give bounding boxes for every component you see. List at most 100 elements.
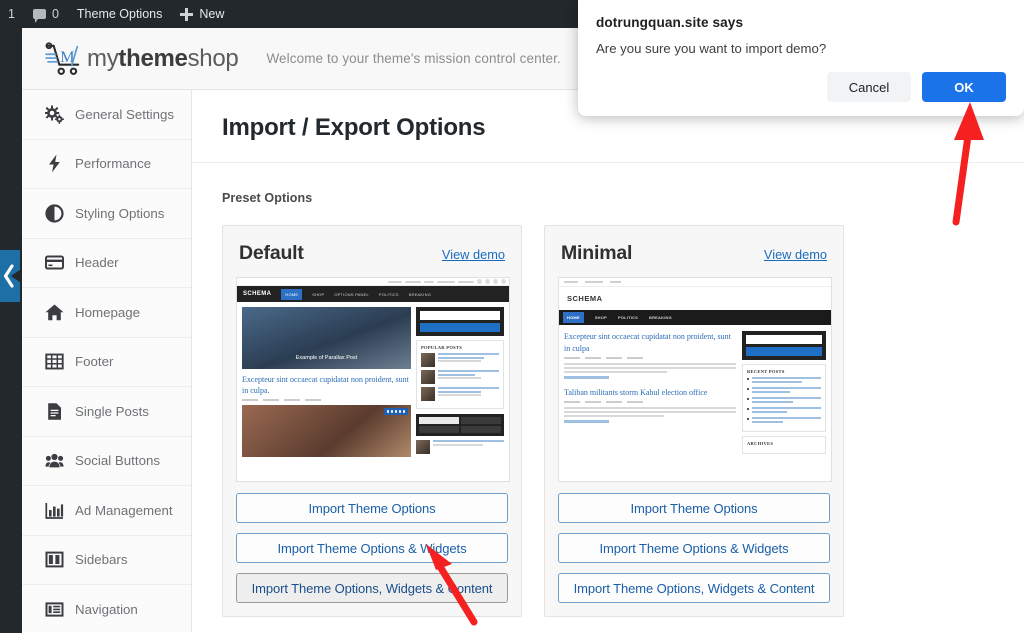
admin-bar-site-count[interactable]: 1 (0, 0, 24, 28)
sidebar-item-single-posts[interactable]: Single Posts (22, 387, 191, 437)
comment-bubble-icon (33, 9, 46, 19)
import-theme-options-widgets-content-button[interactable]: Import Theme Options, Widgets & Content (236, 573, 508, 603)
line (438, 353, 499, 355)
ok-button[interactable]: OK (922, 72, 1006, 102)
preview-search-button (420, 323, 500, 332)
meta-bar (564, 357, 580, 359)
sidebar-item-ad-management[interactable]: Ad Management (22, 486, 191, 536)
sidebar-item-label: Performance (75, 156, 151, 171)
view-demo-link[interactable]: View demo (442, 247, 505, 262)
preview-hero-caption: Example of Parallax Post (242, 355, 411, 361)
screenshot-root: 1 0 Theme Options New (0, 0, 1024, 633)
meta-bar (585, 401, 601, 403)
import-theme-options-button[interactable]: Import Theme Options (236, 493, 508, 523)
bullet (747, 418, 749, 420)
preview-main-column: Excepteur sint occaecat cupidatat non pr… (564, 331, 736, 454)
line (752, 421, 783, 423)
line (438, 357, 484, 359)
line (438, 394, 481, 396)
preview-search-widget (416, 307, 504, 336)
credit-card-icon (45, 253, 64, 272)
preset-title: Minimal (561, 242, 632, 265)
sidebar-item-performance[interactable]: Performance (22, 140, 191, 190)
preview-list-item (747, 417, 821, 424)
columns-icon (45, 550, 64, 569)
preview-widget-post (416, 440, 504, 454)
preview-sidebar-column: RECENT POSTS ARCHIVES (742, 331, 826, 454)
preview-social-dot (477, 279, 482, 284)
import-theme-options-button[interactable]: Import Theme Options (558, 493, 830, 523)
mythemeshop-cart-logo-icon: M (44, 42, 86, 76)
admin-bar-comments[interactable]: 0 (24, 0, 68, 28)
preview-mini-link (564, 281, 578, 283)
preview-post-meta (564, 401, 736, 403)
meta-bar (564, 401, 580, 403)
sidebar-item-navigation[interactable]: Navigation (22, 585, 191, 633)
preview-post-lines (752, 417, 821, 424)
sidebar-item-footer[interactable]: Footer (22, 338, 191, 388)
bolt-icon (45, 154, 64, 173)
preview-nav-item: SHOP (312, 292, 324, 297)
sidebar-item-label: General Settings (75, 107, 174, 122)
preview-nav-item: BREAKING (409, 292, 431, 297)
bullet (747, 378, 749, 380)
star-dot (395, 410, 398, 413)
preview-nav-item: POLITICS (379, 292, 399, 297)
preview-widget-title: ARCHIVES (747, 441, 821, 446)
preview-navbar: HOME SHOP POLITICS BREAKING (559, 310, 831, 325)
meta-bar (305, 399, 321, 401)
line (564, 411, 736, 413)
preview-hero-image: Example of Parallax Post (242, 307, 411, 369)
sidebar-item-sidebars[interactable]: Sidebars (22, 536, 191, 586)
preview-utility-bar (237, 278, 509, 286)
line (752, 411, 787, 413)
preview-continue-reading-link (564, 420, 609, 423)
line (752, 377, 821, 379)
theme-options-sidebar: General Settings Performance Styling Opt… (22, 90, 192, 632)
bullet (747, 408, 749, 410)
preview-brand: SCHEMA (559, 287, 831, 310)
preset-cards: Default View demo (192, 205, 1024, 617)
users-group-icon (45, 451, 64, 470)
meta-bar (284, 399, 300, 401)
sidebar-item-homepage[interactable]: Homepage (22, 288, 191, 338)
comment-count-value: 0 (52, 7, 59, 21)
star-dot (399, 410, 402, 413)
import-theme-options-widgets-content-button[interactable]: Import Theme Options, Widgets & Content (558, 573, 830, 603)
table-grid-icon (45, 352, 64, 371)
preview-mini-link (610, 281, 621, 283)
preview-post-lines (752, 377, 821, 384)
cancel-button[interactable]: Cancel (827, 72, 911, 102)
import-theme-options-widgets-button[interactable]: Import Theme Options & Widgets (558, 533, 830, 563)
preview-mini-link (405, 281, 421, 283)
document-icon (45, 402, 64, 421)
preset-card-default: Default View demo (222, 225, 522, 617)
preview-post-lines (433, 440, 504, 454)
wp-admin-menu-strip (0, 28, 22, 633)
admin-bar-site-name[interactable]: Theme Options (68, 0, 171, 28)
preview-brand: SCHEMA (243, 291, 271, 297)
sidebar-item-styling-options[interactable]: Styling Options (22, 189, 191, 239)
list-panel-icon (45, 600, 64, 619)
site-name-label: Theme Options (77, 7, 162, 21)
sidebar-item-header[interactable]: Header (22, 239, 191, 289)
preview-post-lines (752, 387, 821, 394)
preview-widget-title: POPULAR POSTS (421, 345, 499, 350)
preview-tab (461, 417, 501, 424)
import-theme-options-widgets-button[interactable]: Import Theme Options & Widgets (236, 533, 508, 563)
meta-bar (263, 399, 279, 401)
sidebar-item-social-buttons[interactable]: Social Buttons (22, 437, 191, 487)
sidebar-item-general-settings[interactable]: General Settings (22, 90, 191, 140)
line (752, 391, 790, 393)
preview-post-thumb (416, 440, 430, 454)
mythemeshop-logo[interactable]: M mythemeshop (44, 42, 238, 76)
preview-widget-title: RECENT POSTS (747, 369, 821, 374)
preset-preview-thumbnail-default[interactable]: SCHEMA HOME SHOP OPTIONS PANEL POLITICS … (236, 277, 510, 482)
view-demo-link[interactable]: View demo (764, 247, 827, 262)
sidebar-item-label: Homepage (75, 305, 140, 320)
preview-post-lines (438, 370, 499, 384)
preset-preview-thumbnail-minimal[interactable]: SCHEMA HOME SHOP POLITICS BREAKING Excep… (558, 277, 832, 482)
admin-bar-new-content[interactable]: New (171, 0, 233, 28)
preview-search-input (746, 335, 822, 344)
bar-chart-icon (45, 501, 64, 520)
